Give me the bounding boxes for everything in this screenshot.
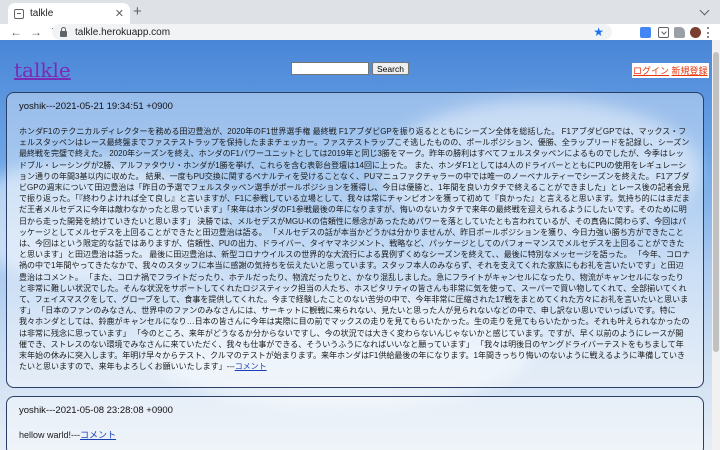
tab-strip: talkle ✕ +: [0, 0, 720, 24]
back-icon[interactable]: ←: [8, 24, 24, 40]
page-icon: [14, 8, 24, 19]
address-bar[interactable]: talkle.herokuapp.com ★: [52, 24, 612, 40]
lock-icon[interactable]: [60, 26, 67, 37]
register-link[interactable]: 新規登録: [672, 66, 708, 76]
post-text: hellow warld!: [19, 430, 72, 440]
tab-title: talkle: [30, 8, 54, 19]
post-card: yoshik---2021-05-21 19:34:51 +0900 ホンダF1…: [6, 92, 704, 388]
scrollbar-thumb[interactable]: [713, 52, 719, 352]
page-scrollbar[interactable]: [712, 40, 720, 450]
post-body: hellow warld!---コメント: [19, 430, 691, 441]
translate-icon[interactable]: [640, 27, 651, 38]
url-text[interactable]: talkle.herokuapp.com: [75, 27, 593, 38]
login-link[interactable]: ログイン: [633, 66, 669, 76]
auth-links: ログイン 新規登録: [632, 63, 709, 78]
browser-tab[interactable]: talkle ✕: [8, 3, 130, 24]
page-viewport: talkle Search ログイン 新規登録 yoshik---2021-05…: [0, 40, 712, 450]
extensions-icon[interactable]: [674, 27, 685, 38]
post-meta: yoshik---2021-05-08 23:28:08 +0900: [19, 405, 173, 416]
search-input[interactable]: [291, 62, 369, 75]
search-form: Search: [291, 62, 409, 75]
post-body: ホンダF1のテクニカルディレクターを務める田辺豊治が、2020年のF1世界選手権…: [19, 126, 691, 372]
new-tab-icon[interactable]: +: [133, 4, 142, 20]
post-meta: yoshik---2021-05-21 19:34:51 +0900: [19, 101, 173, 112]
comment-link[interactable]: コメント: [80, 430, 116, 440]
download-extension-icon[interactable]: [658, 27, 669, 38]
bookmark-star-icon[interactable]: ★: [593, 25, 604, 39]
separator: ---: [226, 362, 235, 372]
browser-toolbar: ← → ↻ talkle.herokuapp.com ★: [0, 24, 720, 40]
site-logo-link[interactable]: talkle: [14, 58, 71, 82]
close-tab-icon[interactable]: ✕: [115, 7, 124, 20]
post-text: ホンダF1のテクニカルディレクターを務める田辺豊治が、2020年のF1世界選手権…: [19, 127, 690, 372]
browser-menu-icon[interactable]: [707, 27, 710, 38]
post-card: yoshik---2021-05-08 23:28:08 +0900 hello…: [6, 396, 704, 450]
tab-search-icon[interactable]: [700, 6, 710, 16]
profile-avatar[interactable]: [690, 27, 701, 38]
forward-icon[interactable]: →: [28, 24, 44, 40]
comment-link[interactable]: コメント: [235, 362, 267, 371]
search-button[interactable]: Search: [372, 62, 409, 75]
separator: ---: [71, 430, 81, 440]
